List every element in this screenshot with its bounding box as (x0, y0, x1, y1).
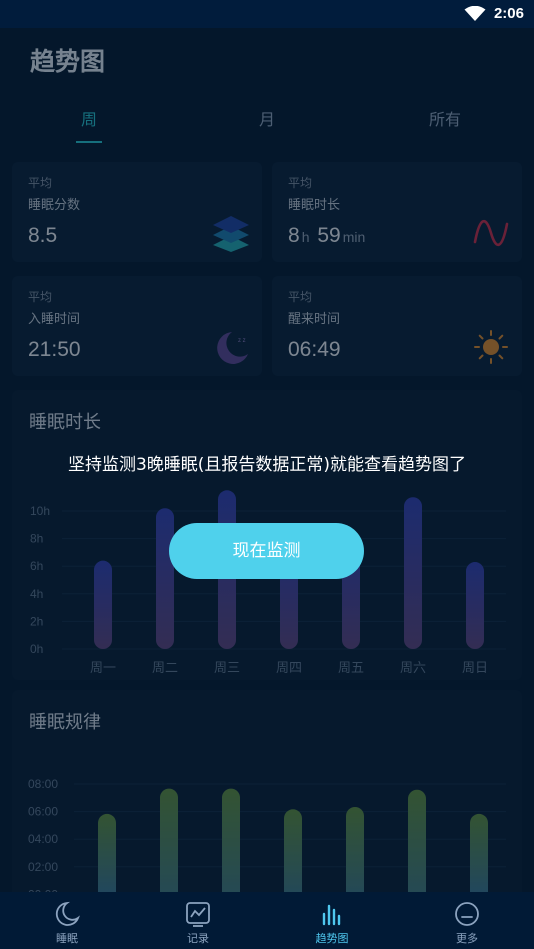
nav-more-label: 更多 (456, 932, 478, 945)
clock: 2:06 (493, 5, 524, 22)
moon-icon (55, 901, 80, 926)
nav-sleep-label: 睡眠 (56, 932, 78, 945)
nav-record[interactable]: 记录 (131, 892, 265, 949)
nav-trend[interactable]: 趋势图 (265, 892, 399, 949)
nav-record-label: 记录 (187, 932, 209, 945)
bottom-nav: 睡眠 记录 趋势图 更多 (0, 892, 534, 949)
status-bar: 2:06 (0, 0, 534, 28)
overlay-message: 坚持监测3晚睡眠(且报告数据正常)就能查看趋势图了 (67, 455, 467, 475)
smile-icon (455, 902, 479, 926)
nav-more[interactable]: 更多 (400, 892, 534, 949)
bar-chart-icon (322, 904, 341, 926)
chart-record-icon (186, 902, 210, 927)
wifi-icon (464, 6, 486, 21)
nav-sleep[interactable]: 睡眠 (0, 892, 134, 949)
monitor-now-button[interactable]: 现在监测 (169, 523, 364, 579)
nav-trend-label: 趋势图 (315, 932, 349, 945)
